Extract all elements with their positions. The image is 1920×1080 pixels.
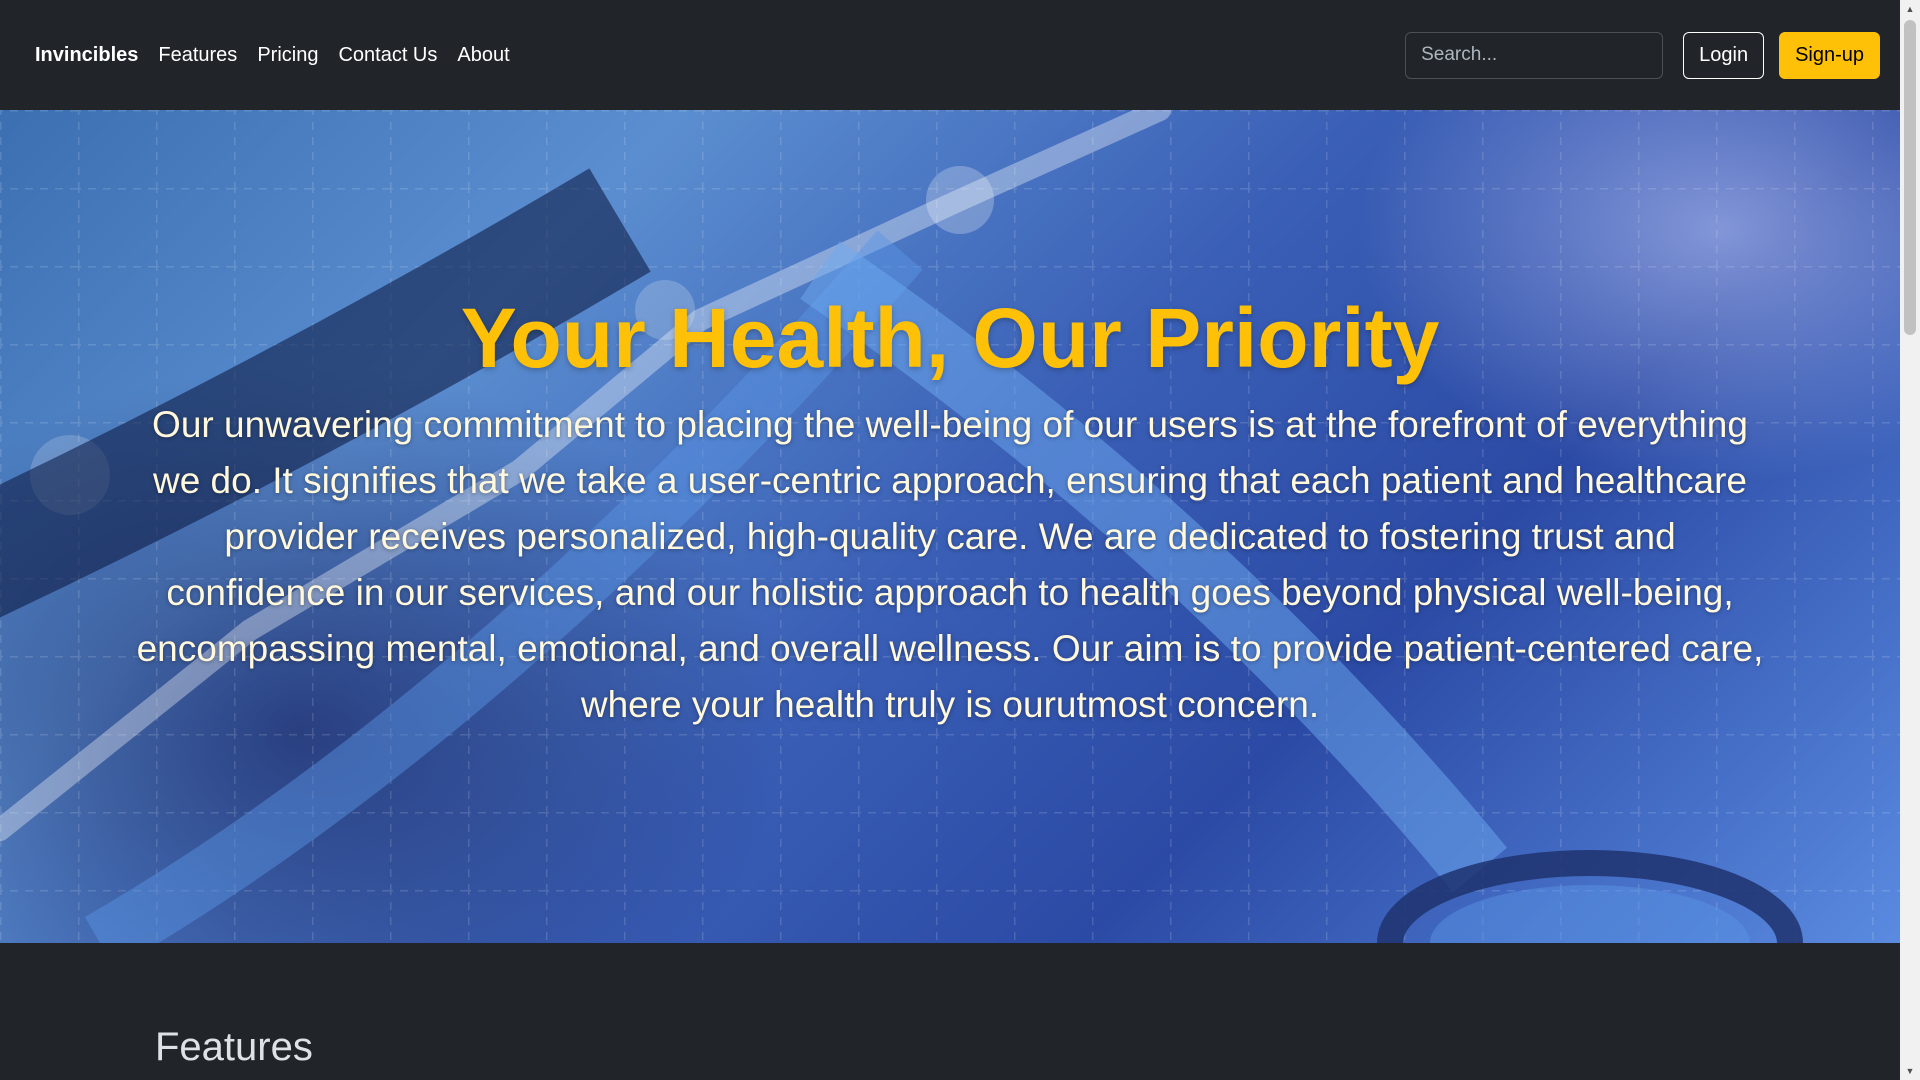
brand-link[interactable]: Invincibles: [35, 44, 138, 67]
search-input[interactable]: [1405, 31, 1664, 79]
hero-content: Your Health, Our Priority Our unwavering…: [0, 290, 1900, 733]
hero-section: Your Health, Our Priority Our unwavering…: [0, 110, 1900, 943]
page-scrollbar[interactable]: ▲ ▼: [1900, 0, 1920, 1080]
features-heading: Features: [155, 1025, 313, 1069]
nav-link-pricing[interactable]: Pricing: [257, 44, 318, 67]
hero-title: Your Health, Our Priority: [460, 291, 1440, 385]
scrollbar-thumb[interactable]: [1904, 20, 1916, 335]
nav-link-features[interactable]: Features: [158, 44, 237, 67]
hero-description: Our unwavering commitment to placing the…: [136, 403, 1764, 725]
navbar: Invincibles Features Pricing Contact Us …: [0, 0, 1900, 110]
signup-button[interactable]: Sign-up: [1779, 31, 1880, 79]
page: Invincibles Features Pricing Contact Us …: [0, 0, 1900, 1080]
nav-link-about[interactable]: About: [457, 44, 509, 67]
login-button[interactable]: Login: [1683, 31, 1765, 79]
scroll-down-arrow-icon[interactable]: ▼: [1900, 1062, 1920, 1080]
scroll-up-arrow-icon[interactable]: ▲: [1900, 0, 1920, 18]
nav-link-contact-us[interactable]: Contact Us: [338, 44, 437, 67]
